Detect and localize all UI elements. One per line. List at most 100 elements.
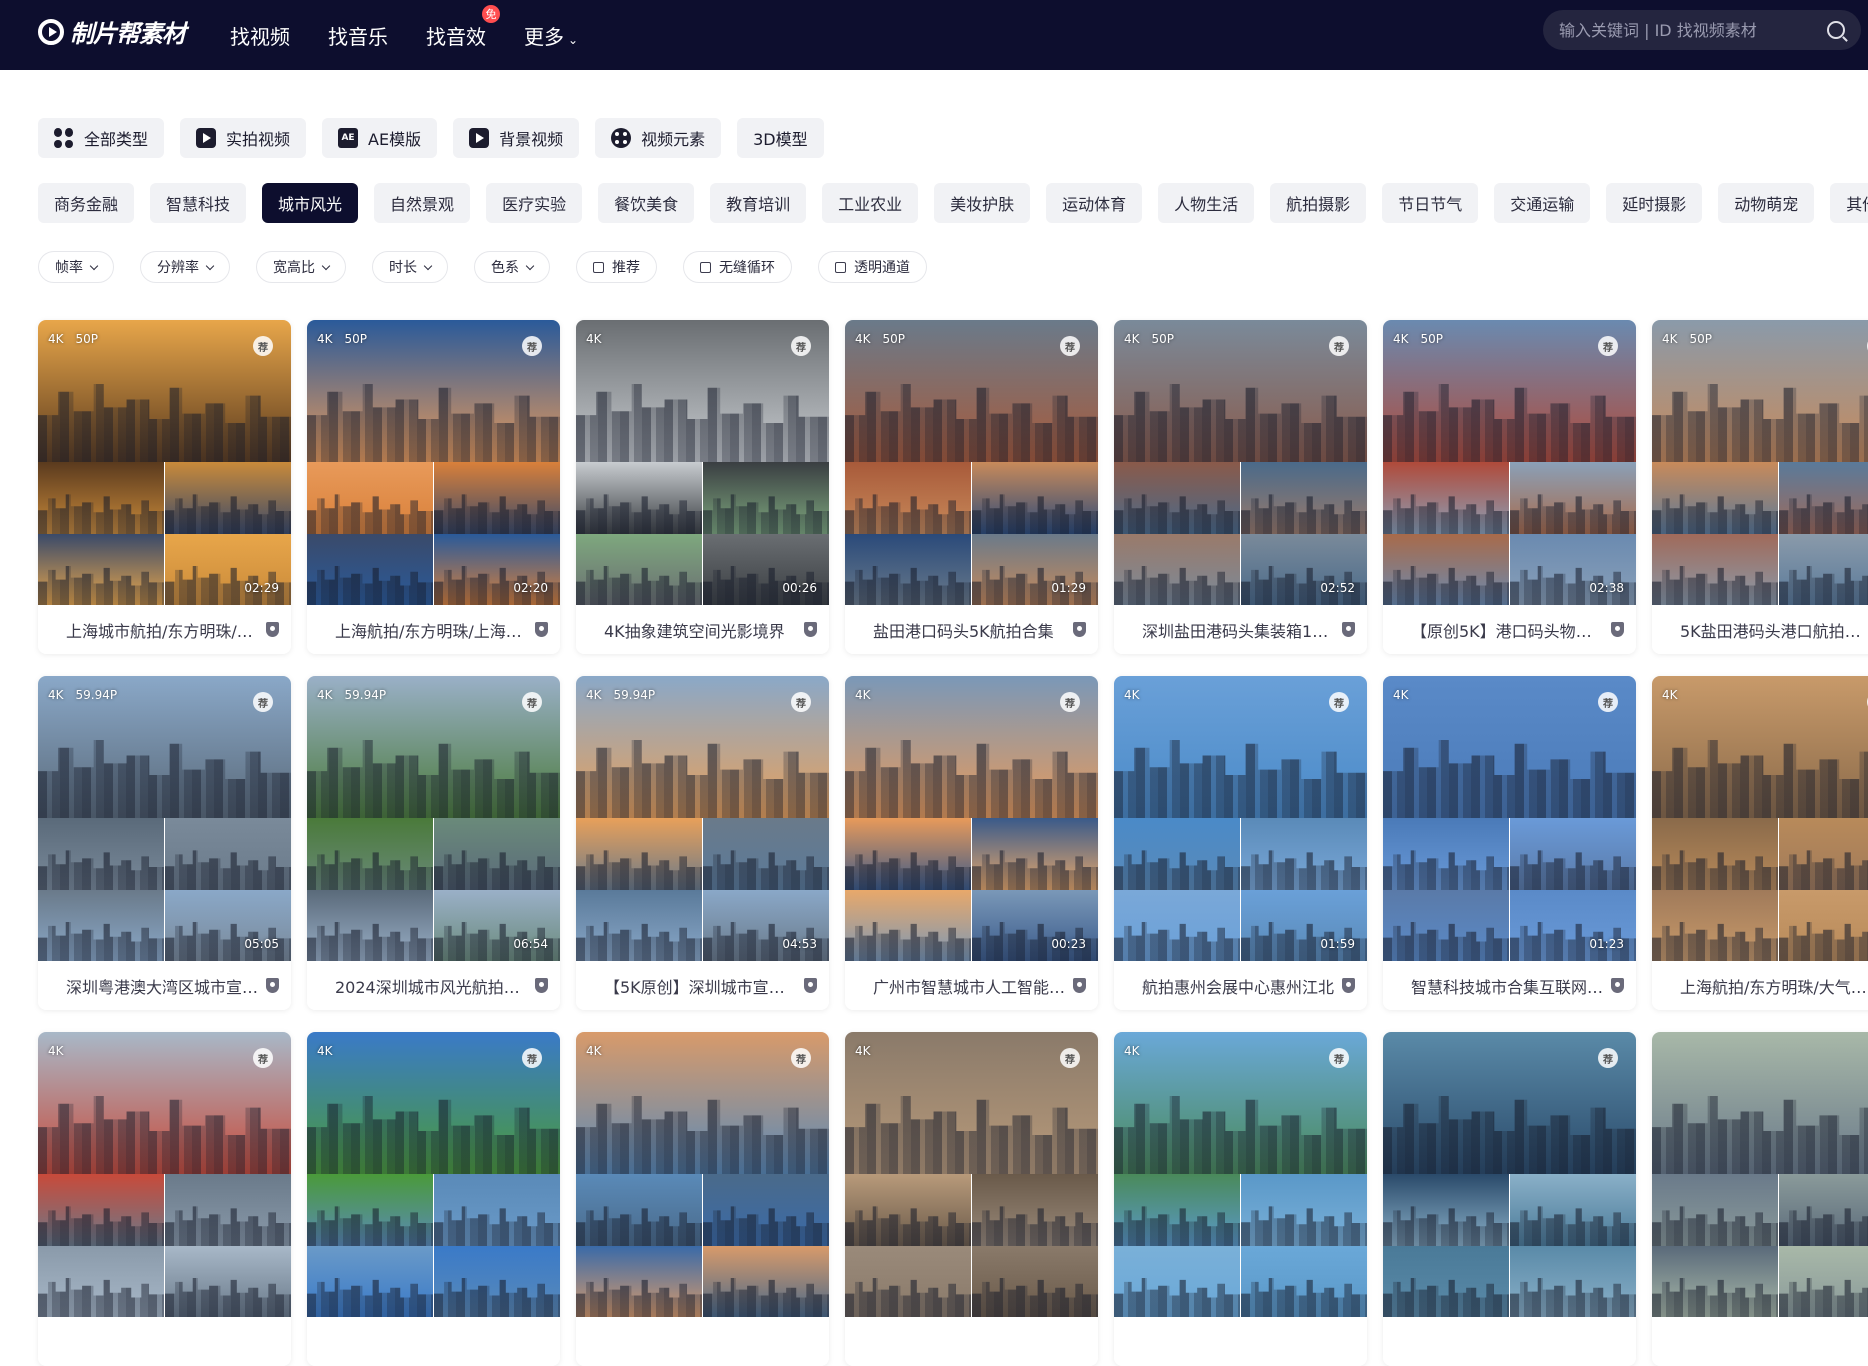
filter-dropdown[interactable]: 色系 xyxy=(474,251,550,283)
type-ae-template[interactable]: AE AE模版 xyxy=(322,118,438,158)
type-live-video[interactable]: 实拍视频 xyxy=(180,118,307,158)
video-title[interactable]: 【原创5K】港口码头物流运输 xyxy=(1411,618,1605,642)
tag-item[interactable]: 交通运输 xyxy=(1494,183,1591,223)
filter-checkbox[interactable]: 透明通道 xyxy=(818,251,927,283)
video-caption[interactable]: 深圳粤港澳大湾区城市宣传片 xyxy=(38,961,291,1010)
video-thumbnail[interactable]: 4K 50P 荐 02:52 xyxy=(1114,320,1367,605)
tag-item[interactable]: 动物萌宠 xyxy=(1718,183,1815,223)
video-thumbnail[interactable]: 4K 59.94P 荐 05:05 xyxy=(38,676,291,961)
checkbox-icon[interactable] xyxy=(700,261,711,273)
video-thumbnail[interactable]: 4K 59.94P 荐 04:53 xyxy=(576,676,829,961)
video-title[interactable]: 盐田港口码头5K航拍合集 xyxy=(873,618,1067,642)
video-card[interactable]: 荐 xyxy=(1383,1032,1636,1366)
video-caption[interactable]: 智慧科技城市合集互联网商务 xyxy=(1383,961,1636,1010)
video-thumbnail[interactable]: 4K荐 xyxy=(1652,676,1868,961)
video-title[interactable]: 深圳盐田港码头集装箱1080 xyxy=(1142,618,1336,642)
video-title[interactable]: 【5K原创】深圳城市宣传片 xyxy=(604,974,798,998)
tag-item[interactable]: 医疗实验 xyxy=(486,183,583,223)
tag-item[interactable]: 运动体育 xyxy=(1046,183,1143,223)
video-card[interactable]: 4K 荐 xyxy=(307,1032,560,1366)
filter-checkbox[interactable]: 推荐 xyxy=(576,251,657,283)
video-title[interactable]: 上海航拍/东方明珠/上海中心 xyxy=(335,618,529,642)
video-caption[interactable]: 盐田港口码头5K航拍合集 xyxy=(845,605,1098,654)
filter-dropdown[interactable]: 宽高比 xyxy=(256,251,346,283)
tag-item[interactable]: 工业农业 xyxy=(822,183,919,223)
tag-item[interactable]: 其他 xyxy=(1830,183,1868,223)
video-thumbnail[interactable]: 荐 xyxy=(1383,1032,1636,1317)
video-thumbnail[interactable]: 4K荐 xyxy=(1114,1032,1367,1317)
filter-dropdown[interactable]: 帧率 xyxy=(38,251,114,283)
video-card[interactable]: 4K 59.94P 荐 06:54 2024深圳城市风光航拍素材 xyxy=(307,676,560,1010)
tag-item[interactable]: 自然景观 xyxy=(374,183,471,223)
video-card[interactable]: 4K 荐 01:59 航拍惠州会展中心惠州江北 xyxy=(1114,676,1367,1010)
video-card[interactable]: 4K 50P 荐 02:52 深圳盐田港码头集装箱1080 xyxy=(1114,320,1367,654)
video-card[interactable]: 4K 荐 01:23 智慧科技城市合集互联网商务 xyxy=(1383,676,1636,1010)
video-thumbnail[interactable]: 4K50P荐 xyxy=(1652,320,1868,605)
video-card[interactable]: 4K 59.94P 荐 05:05 深圳粤港澳大湾区城市宣传片 xyxy=(38,676,291,1010)
video-thumbnail[interactable]: 4K 荐 00:23 xyxy=(845,676,1098,961)
video-title[interactable]: 2024深圳城市风光航拍素材 xyxy=(335,974,529,998)
tag-item[interactable]: 餐饮美食 xyxy=(598,183,695,223)
video-thumbnail[interactable]: 4K 50P 荐 01:29 xyxy=(845,320,1098,605)
video-card[interactable]: 4K 荐 00:26 4K抽象建筑空间光影境界 xyxy=(576,320,829,654)
tag-item[interactable]: 人物生活 xyxy=(1158,183,1255,223)
video-card[interactable]: 4K 50P 荐 02:29 上海城市航拍/东方明珠/陆家嘴 xyxy=(38,320,291,654)
filter-dropdown[interactable]: 时长 xyxy=(372,251,448,283)
nav-find-music[interactable]: 找音乐 xyxy=(328,21,388,50)
type-3d-model[interactable]: 3D模型 xyxy=(737,118,824,158)
video-caption[interactable]: 4K抽象建筑空间光影境界 xyxy=(576,605,829,654)
site-logo[interactable]: 制片帮素材 xyxy=(38,14,186,49)
video-caption[interactable]: 上海航拍/东方明珠/上海中心 xyxy=(307,605,560,654)
video-caption[interactable]: 航拍惠州会展中心惠州江北 xyxy=(1114,961,1367,1010)
video-thumbnail[interactable]: 4K 59.94P 荐 06:54 xyxy=(307,676,560,961)
video-caption[interactable]: 2024深圳城市风光航拍素材 xyxy=(307,961,560,1010)
nav-find-sfx[interactable]: 找音效 免 xyxy=(426,4,500,50)
video-caption[interactable]: 5K盐田港码头港口航拍合集 xyxy=(1652,605,1868,654)
video-card[interactable]: 4K荐上海航拍/东方明珠/大气宣传片 xyxy=(1652,676,1868,1010)
video-card[interactable]: 4K 荐 xyxy=(576,1032,829,1366)
tag-item[interactable]: 美妆护肤 xyxy=(934,183,1031,223)
type-background-video[interactable]: 背景视频 xyxy=(453,118,580,158)
search-icon[interactable] xyxy=(1827,21,1845,39)
video-thumbnail[interactable]: 4K荐 xyxy=(38,1032,291,1317)
video-title[interactable]: 上海航拍/东方明珠/大气宣传片 xyxy=(1680,974,1868,998)
video-card[interactable] xyxy=(1652,1032,1868,1366)
video-thumbnail[interactable] xyxy=(1652,1032,1868,1317)
video-card[interactable]: 4K 50P 荐 02:20 上海航拍/东方明珠/上海中心 xyxy=(307,320,560,654)
video-caption[interactable]: 深圳盐田港码头集装箱1080 xyxy=(1114,605,1367,654)
video-caption[interactable]: 广州市智慧城市人工智能科技 xyxy=(845,961,1098,1010)
filter-checkbox[interactable]: 无缝循环 xyxy=(683,251,792,283)
video-card[interactable]: 4K 荐 xyxy=(38,1032,291,1366)
video-caption[interactable]: 【5K原创】深圳城市宣传片 xyxy=(576,961,829,1010)
checkbox-icon[interactable] xyxy=(593,261,604,273)
video-title[interactable]: 上海城市航拍/东方明珠/陆家嘴 xyxy=(66,618,260,642)
video-thumbnail[interactable]: 4K 50P 荐 02:20 xyxy=(307,320,560,605)
video-caption[interactable]: 【原创5K】港口码头物流运输 xyxy=(1383,605,1636,654)
tag-item[interactable]: 航拍摄影 xyxy=(1270,183,1367,223)
video-card[interactable]: 4K 59.94P 荐 04:53 【5K原创】深圳城市宣传片 xyxy=(576,676,829,1010)
tag-item[interactable]: 智慧科技 xyxy=(150,183,247,223)
nav-more[interactable]: 更多 ⌄ xyxy=(524,21,578,50)
video-thumbnail[interactable]: 4K 50P 荐 02:29 xyxy=(38,320,291,605)
checkbox-icon[interactable] xyxy=(835,261,846,273)
tag-item[interactable]: 商务金融 xyxy=(38,183,135,223)
video-title[interactable]: 5K盐田港码头港口航拍合集 xyxy=(1680,618,1868,642)
type-video-element[interactable]: 视频元素 xyxy=(595,118,722,158)
video-caption[interactable]: 上海城市航拍/东方明珠/陆家嘴 xyxy=(38,605,291,654)
video-card[interactable]: 4K 荐 00:23 广州市智慧城市人工智能科技 xyxy=(845,676,1098,1010)
tag-item[interactable]: 延时摄影 xyxy=(1606,183,1703,223)
video-card[interactable]: 4K 荐 xyxy=(1114,1032,1367,1366)
video-card[interactable]: 4K 50P 荐 01:29 盐田港口码头5K航拍合集 xyxy=(845,320,1098,654)
video-title[interactable]: 4K抽象建筑空间光影境界 xyxy=(604,618,798,642)
type-all[interactable]: 全部类型 xyxy=(38,118,165,158)
tag-item[interactable]: 节日节气 xyxy=(1382,183,1479,223)
video-card[interactable]: 4K50P荐 5K盐田港码头港口航拍合集 xyxy=(1652,320,1868,654)
video-title[interactable]: 深圳粤港澳大湾区城市宣传片 xyxy=(66,974,260,998)
nav-find-video[interactable]: 找视频 xyxy=(230,21,290,50)
video-thumbnail[interactable]: 4K 50P 荐 02:38 xyxy=(1383,320,1636,605)
video-title[interactable]: 航拍惠州会展中心惠州江北 xyxy=(1142,974,1336,998)
video-thumbnail[interactable]: 4K荐 xyxy=(307,1032,560,1317)
video-thumbnail[interactable]: 4K荐 xyxy=(576,1032,829,1317)
video-card[interactable]: 4K 荐 xyxy=(845,1032,1098,1366)
search-input[interactable] xyxy=(1559,20,1827,40)
